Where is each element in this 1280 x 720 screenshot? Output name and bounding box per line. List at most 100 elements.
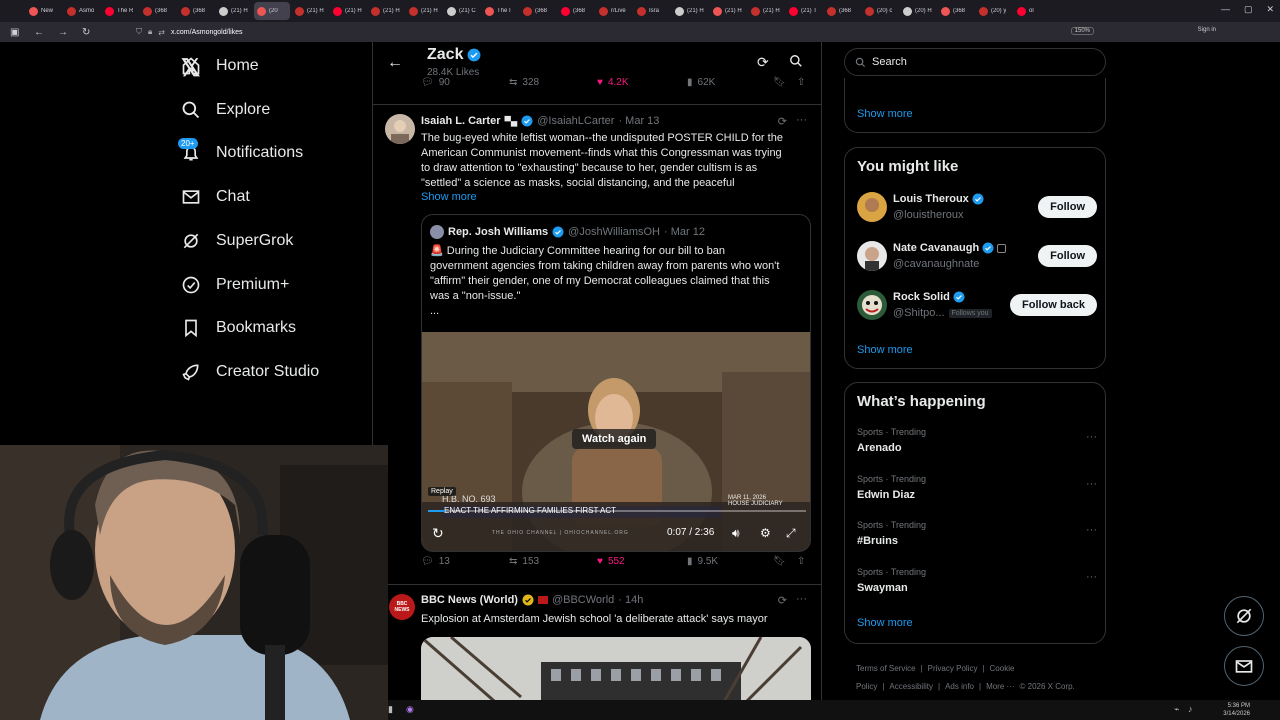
author-name[interactable]: Isaiah L. Carter xyxy=(421,115,500,127)
browser-tab[interactable]: (368 xyxy=(140,2,176,20)
like-button[interactable]: ♥ 4.2K xyxy=(597,77,629,88)
browser-tab[interactable]: (21) H xyxy=(330,2,366,20)
views-button[interactable]: ▮ 62K xyxy=(687,77,715,88)
show-more-link[interactable]: Show more xyxy=(857,108,913,120)
browser-tab[interactable]: Asmo xyxy=(64,2,100,20)
replay-icon[interactable]: ↻ xyxy=(432,525,444,542)
grok-refresh-icon[interactable]: ⟳ xyxy=(757,54,769,71)
browser-tab[interactable]: (21) H xyxy=(748,2,784,20)
browser-tab[interactable]: (21) T xyxy=(786,2,822,20)
nav-item-supergrok[interactable]: SuperGrok xyxy=(180,226,293,256)
quoted-tweet[interactable]: Rep. Josh Williams @JoshWilliamsOH · Mar… xyxy=(421,214,811,552)
grok-button[interactable] xyxy=(1224,596,1264,636)
avatar[interactable] xyxy=(857,290,887,320)
share-icon[interactable]: ⇧ xyxy=(797,556,805,567)
avatar[interactable] xyxy=(857,241,887,271)
sign-in-button[interactable]: Sign in xyxy=(1198,27,1216,33)
repost-button[interactable]: ⇆ 328 xyxy=(509,77,539,88)
twitch-icon[interactable]: ◉ xyxy=(406,704,414,715)
video-progress-bar[interactable] xyxy=(428,510,806,512)
footer-link[interactable]: More ··· xyxy=(986,682,1014,691)
trend-item[interactable]: Sports · Trending Swayman ··· xyxy=(857,567,1097,601)
show-more-link[interactable]: Show more xyxy=(857,617,913,629)
browser-tab[interactable]: (21) H xyxy=(406,2,442,20)
suggestion-item[interactable]: Nate Cavanaugh @cavanaughnate Follow xyxy=(857,241,1097,275)
nav-item-premium[interactable]: Premium+ xyxy=(180,270,289,300)
browser-tab[interactable]: (21) H xyxy=(216,2,252,20)
more-options-icon[interactable]: ··· xyxy=(1086,431,1097,443)
views-button[interactable]: ▮ 9.5K xyxy=(687,556,718,567)
tweet-date[interactable]: · 14h xyxy=(618,594,643,606)
reply-button[interactable]: 💬︎ 90 xyxy=(421,77,450,88)
footer-link[interactable]: © 2026 X Corp. xyxy=(1020,682,1075,691)
address-bar[interactable]: ⛉ 🔒︎ ⇄ x.com/Asmongold/likes xyxy=(136,25,1116,39)
footer-link[interactable]: Privacy Policy xyxy=(928,664,978,673)
browser-tab[interactable]: Isra xyxy=(634,2,670,20)
browser-tab[interactable]: (21) H xyxy=(292,2,328,20)
more-options-icon[interactable]: ··· xyxy=(1086,478,1097,490)
more-options-icon[interactable]: ··· xyxy=(796,593,807,605)
show-more-link[interactable]: Show more xyxy=(421,191,477,203)
more-options-icon[interactable]: ··· xyxy=(1086,524,1097,536)
video-player[interactable]: H.B. NO. 693 ENACT THE AFFIRMING FAMILIE… xyxy=(422,332,810,551)
minimize-icon[interactable]: — xyxy=(1221,4,1230,15)
taskbar-clock[interactable]: 5:36 PM 3/14/2026 xyxy=(1223,702,1250,718)
footer-link[interactable]: Ads info xyxy=(945,682,974,691)
close-icon[interactable]: ✕ xyxy=(1266,4,1274,15)
fullscreen-icon[interactable]: ⤢ xyxy=(786,526,796,541)
trend-item[interactable]: Sports · Trending Edwin Diaz ··· xyxy=(857,474,1097,508)
repost-button[interactable]: ⇆ 153 xyxy=(509,556,539,567)
nav-item-creator-studio[interactable]: Creator Studio xyxy=(180,357,319,387)
browser-tab[interactable]: (20) y xyxy=(976,2,1012,20)
browser-tab[interactable]: (21) H xyxy=(710,2,746,20)
watch-again-button[interactable]: Watch again xyxy=(572,429,657,449)
volume-icon[interactable]: 🔊︎ xyxy=(732,526,740,541)
back-icon[interactable]: ← xyxy=(34,27,48,38)
more-options-icon[interactable]: ··· xyxy=(796,114,807,126)
forward-icon[interactable]: → xyxy=(58,27,72,38)
browser-tab[interactable]: (368 xyxy=(520,2,556,20)
nav-item-home[interactable]: Home xyxy=(180,51,259,81)
browser-tab[interactable]: The I xyxy=(482,2,518,20)
settings-gear-icon[interactable]: ⚙ xyxy=(760,526,771,540)
messages-button[interactable] xyxy=(1224,646,1264,686)
avatar[interactable] xyxy=(857,192,887,222)
browser-tab[interactable]: ol xyxy=(1014,2,1050,20)
maximize-icon[interactable]: ▢ xyxy=(1244,4,1253,15)
network-icon[interactable]: ⌁ xyxy=(1174,704,1179,715)
browser-tab[interactable]: (20 xyxy=(254,2,290,20)
more-options-icon[interactable]: ··· xyxy=(1086,571,1097,583)
nav-item-bookmarks[interactable]: Bookmarks xyxy=(180,313,296,343)
like-button[interactable]: ♥ 552 xyxy=(597,556,625,567)
browser-tab[interactable]: (368 xyxy=(558,2,594,20)
browser-tab[interactable]: New xyxy=(26,2,62,20)
nav-item-notifications[interactable]: 20+ Notifications xyxy=(178,138,303,168)
tweet-date[interactable]: · Mar 13 xyxy=(618,115,659,127)
suggestion-item[interactable]: Rock Solid @Shitpo... Follows you Follow … xyxy=(857,290,1097,324)
reload-icon[interactable]: ↻ xyxy=(82,27,96,38)
avatar[interactable]: BBC NEWS xyxy=(389,594,415,620)
follow-button[interactable]: Follow xyxy=(1038,196,1097,218)
bookmark-icon[interactable]: 🔖︎ xyxy=(773,77,786,88)
browser-tab[interactable]: (21) C xyxy=(444,2,480,20)
reply-button[interactable]: 💬︎ 13 xyxy=(421,556,450,567)
browser-tab[interactable]: (21) H xyxy=(368,2,404,20)
avatar[interactable] xyxy=(385,114,415,144)
zoom-level[interactable]: 150% xyxy=(1070,27,1094,35)
author-handle[interactable]: @BBCWorld xyxy=(552,594,614,606)
grok-icon[interactable]: ⟳ xyxy=(778,594,787,607)
browser-tab[interactable]: (368 xyxy=(824,2,860,20)
author-name[interactable]: BBC News (World) xyxy=(421,594,518,606)
nav-item-chat[interactable]: Chat xyxy=(180,182,250,212)
search-icon[interactable] xyxy=(789,54,803,68)
author-handle[interactable]: @IsaiahLCarter xyxy=(537,115,614,127)
search-input[interactable]: Search xyxy=(844,48,1106,76)
follow-button[interactable]: Follow xyxy=(1038,245,1097,267)
nav-item-explore[interactable]: Explore xyxy=(180,95,270,125)
volume-icon[interactable]: ♪ xyxy=(1188,704,1193,714)
bookmark-icon[interactable]: 🔖︎ xyxy=(773,556,786,567)
grok-icon[interactable]: ⟳ xyxy=(778,115,787,128)
footer-link[interactable]: Accessibility xyxy=(889,682,933,691)
browser-tab[interactable]: (20) c xyxy=(862,2,898,20)
tweet-image[interactable] xyxy=(421,637,811,700)
